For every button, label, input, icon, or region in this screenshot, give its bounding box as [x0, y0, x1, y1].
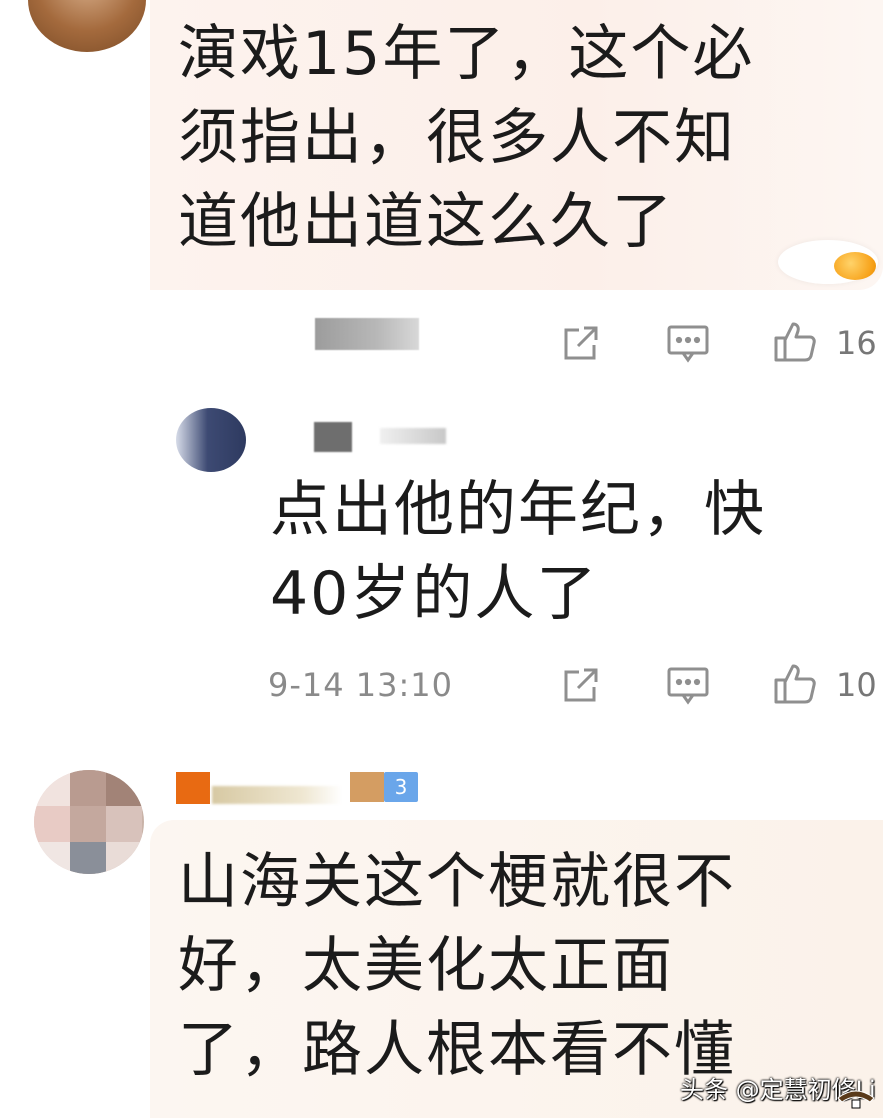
avatar[interactable]: [176, 408, 246, 472]
share-icon[interactable]: [558, 320, 604, 366]
reply-icon[interactable]: [665, 662, 711, 708]
avatar[interactable]: [34, 770, 144, 874]
share-icon[interactable]: [558, 662, 604, 708]
masked-badge: [350, 772, 384, 802]
level-badge: 3: [384, 772, 418, 802]
thumbs-up-icon[interactable]: [772, 660, 818, 706]
masked-username: [314, 422, 352, 452]
masked-username: [212, 786, 342, 804]
comment-text-2: 点出他的年纪，快 40岁的人了: [270, 475, 766, 629]
masked-username: [380, 428, 446, 444]
like-count: 16: [836, 324, 877, 362]
avatar[interactable]: [28, 0, 146, 52]
reply-icon[interactable]: [665, 320, 711, 366]
comment-text-1: 演戏15年了，这个必 须指出，很多人不知 道他出道这么久了: [178, 19, 755, 257]
comment-text-3: 山海关这个梗就很不 好，太美化太正面 了，路人根本看不懂: [178, 847, 736, 1085]
egg-yolk-decoration: [834, 252, 876, 280]
watermark-icon: [836, 1080, 876, 1110]
masked-timestamp: [315, 318, 419, 350]
masked-username: [176, 772, 210, 804]
comment-timestamp: 9-14 13:10: [268, 666, 454, 704]
thumbs-up-icon[interactable]: [772, 318, 818, 364]
like-count: 10: [836, 666, 877, 704]
